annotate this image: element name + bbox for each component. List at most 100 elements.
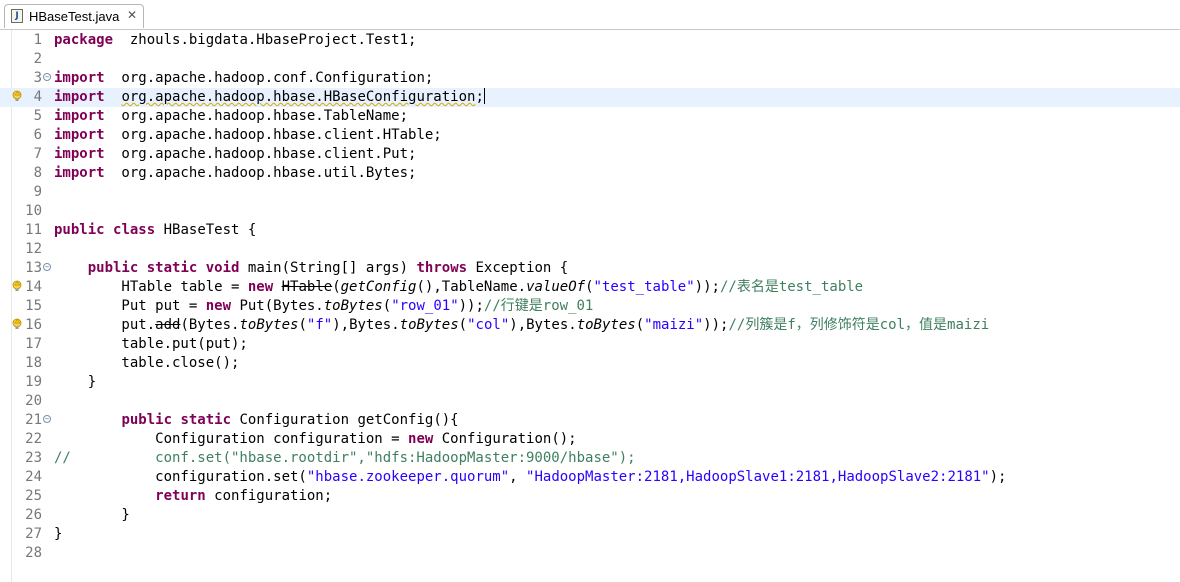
code-line[interactable]: 28	[0, 544, 1180, 563]
code-text: }	[54, 525, 62, 544]
code-line[interactable]: 21− public static Configuration getConfi…	[0, 411, 1180, 430]
code-token: Exception {	[467, 260, 569, 276]
code-token: HTable	[281, 279, 333, 295]
code-line[interactable]: 9	[0, 183, 1180, 202]
code-line[interactable]: 7 import org.apache.hadoop.hbase.client.P…	[0, 145, 1180, 164]
line-number: 27	[25, 526, 42, 542]
code-keyword: import	[54, 146, 105, 162]
code-keyword: throws	[416, 260, 468, 276]
warning-lightbulb-icon[interactable]	[12, 318, 23, 331]
code-line[interactable]: 18 table.close();	[0, 354, 1180, 373]
code-line[interactable]: 3− import org.apache.hadoop.conf.Configur…	[0, 69, 1180, 88]
code-line[interactable]: 20	[0, 392, 1180, 411]
code-keyword: public	[87, 260, 139, 276]
warning-lightbulb-icon[interactable]	[12, 90, 23, 103]
line-number: 5	[33, 108, 42, 124]
code-text: import org.apache.hadoop.hbase.client.Pu…	[54, 145, 416, 164]
code-token: }	[54, 507, 130, 523]
code-token: put.	[54, 317, 156, 333]
code-text: HTable table = new HTable(getConfig(),Ta…	[54, 278, 863, 297]
code-token: add	[155, 317, 181, 333]
code-line[interactable]: 13− public static void main(String[] arg…	[0, 259, 1180, 278]
code-line[interactable]: 24 configuration.set("hbase.zookeeper.qu…	[0, 468, 1180, 487]
text-caret	[483, 88, 485, 104]
code-token: toBytes	[399, 317, 459, 333]
code-token: valueOf	[526, 279, 586, 295]
code-keyword: import	[54, 127, 105, 143]
code-line[interactable]: 12	[0, 240, 1180, 259]
code-string: "row_01"	[391, 298, 459, 314]
code-line[interactable]: 16 put.add(Bytes.toBytes("f"),Bytes.toBy…	[0, 316, 1180, 335]
code-text: put.add(Bytes.toBytes("f"),Bytes.toBytes…	[54, 316, 989, 335]
code-text: // conf.set("hbase.rootdir","hdfs:Hadoop…	[54, 449, 636, 468]
tab-hbasetest-java[interactable]: J HBaseTest.java ✕	[4, 4, 144, 28]
line-number: 26	[25, 507, 42, 523]
code-line[interactable]: 11 public class HBaseTest {	[0, 221, 1180, 240]
code-line[interactable]: 25 return configuration;	[0, 487, 1180, 506]
code-token: configuration;	[205, 488, 333, 504]
code-string: "HadoopMaster:2181,HadoopSlave1:2181,Had…	[526, 469, 990, 485]
code-token: HBaseTest {	[155, 222, 257, 238]
code-comment: // conf.set("hbase.rootdir","hdfs:Hadoop…	[54, 450, 636, 466]
code-line[interactable]: 14 HTable table = new HTable(getConfig()…	[0, 278, 1180, 297]
line-number: 17	[25, 336, 42, 352]
code-token: org.apache.hadoop.hbase.HBaseConfigurati…	[121, 89, 476, 105]
code-line[interactable]: 5 import org.apache.hadoop.hbase.TableNam…	[0, 107, 1180, 126]
collapse-icon[interactable]: −	[43, 73, 51, 81]
line-number: 1	[33, 32, 42, 48]
code-text: return configuration;	[54, 487, 332, 506]
code-line[interactable]: 27}	[0, 525, 1180, 544]
code-line[interactable]: 6 import org.apache.hadoop.hbase.client.H…	[0, 126, 1180, 145]
code-token: Configuration();	[433, 431, 577, 447]
collapse-icon[interactable]: −	[43, 263, 51, 271]
code-line[interactable]: 8 import org.apache.hadoop.hbase.util.Byt…	[0, 164, 1180, 183]
code-editor[interactable]: 1 package zhouls.bigdata.HbaseProject.Tes…	[0, 31, 1180, 582]
code-comment: //行键是row_01	[483, 298, 594, 314]
collapse-icon[interactable]: −	[43, 415, 51, 423]
code-line[interactable]: 22 Configuration configuration = new Con…	[0, 430, 1180, 449]
code-token: (	[382, 298, 392, 314]
code-line[interactable]: 19 }	[0, 373, 1180, 392]
tab-title: HBaseTest.java	[29, 9, 120, 24]
code-line[interactable]: 2	[0, 50, 1180, 69]
line-number: 22	[25, 431, 42, 447]
code-line[interactable]: 15 Put put = new Put(Bytes.toBytes("row_…	[0, 297, 1180, 316]
code-token: toBytes	[576, 317, 636, 333]
code-token: toBytes	[239, 317, 299, 333]
code-keyword: void	[205, 260, 240, 276]
code-line[interactable]: 23 // conf.set("hbase.rootdir","hdfs:Hado…	[0, 449, 1180, 468]
line-number: 28	[25, 545, 42, 561]
code-text: import org.apache.hadoop.conf.Configurat…	[54, 69, 433, 88]
warning-lightbulb-icon[interactable]	[12, 280, 23, 293]
code-line[interactable]: 1 package zhouls.bigdata.HbaseProject.Tes…	[0, 31, 1180, 50]
code-token: Configuration getConfig(){	[231, 412, 459, 428]
code-keyword: import	[54, 165, 105, 181]
code-line[interactable]: 4 import org.apache.hadoop.hbase.HBaseCon…	[0, 88, 1180, 107]
code-line[interactable]: 26 }	[0, 506, 1180, 525]
code-token: Put put =	[54, 298, 206, 314]
code-text: import org.apache.hadoop.hbase.util.Byte…	[54, 164, 416, 183]
close-icon[interactable]: ✕	[127, 8, 137, 22]
code-token: (	[332, 279, 341, 295]
code-keyword: class	[113, 222, 156, 238]
code-text: Put put = new Put(Bytes.toBytes("row_01"…	[54, 297, 593, 316]
code-text: public static void main(String[] args) t…	[54, 259, 569, 278]
code-line[interactable]: 17 table.put(put);	[0, 335, 1180, 354]
code-text: configuration.set("hbase.zookeeper.quoru…	[54, 468, 1015, 487]
code-text: import org.apache.hadoop.hbase.client.HT…	[54, 126, 442, 145]
code-text: import org.apache.hadoop.hbase.TableName…	[54, 107, 408, 126]
code-token: org.apache.hadoop.hbase.client.Put;	[104, 146, 417, 162]
code-keyword: import	[54, 108, 105, 124]
code-token: main(String[] args)	[239, 260, 417, 276]
line-number: 3	[33, 70, 42, 86]
line-number: 6	[33, 127, 42, 143]
code-token: table.close();	[54, 355, 240, 371]
java-file-icon: J	[11, 9, 23, 23]
code-line[interactable]: 10	[0, 202, 1180, 221]
